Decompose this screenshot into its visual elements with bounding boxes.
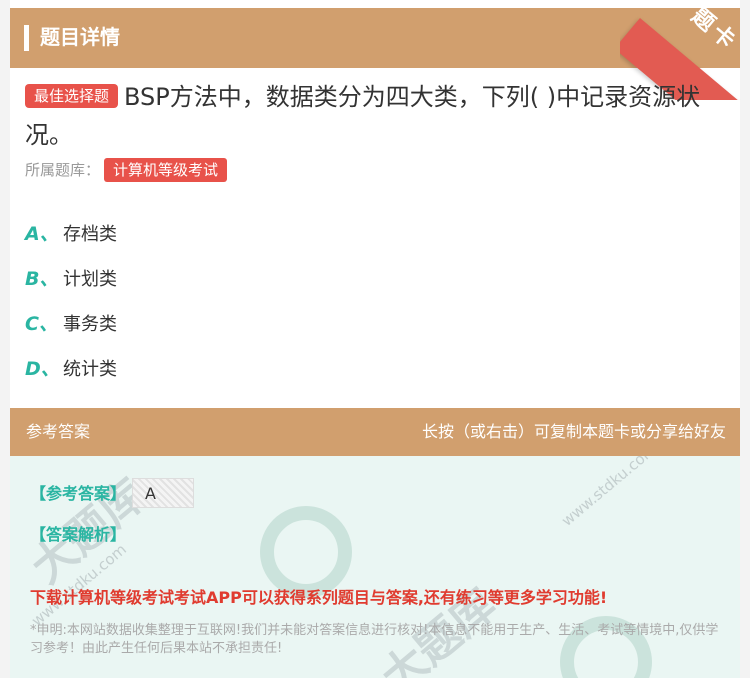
option-b[interactable]: B、 计划类 [25, 255, 117, 300]
option-letter: A、 [25, 223, 59, 245]
option-c[interactable]: C、 事务类 [25, 300, 117, 345]
option-text: 统计类 [63, 358, 117, 380]
disclaimer-text: *申明:本网站数据收集整理于互联网!我们并未能对答案信息进行核对!本信息不能用于… [30, 623, 719, 656]
options-list: A、 存档类 B、 计划类 C、 事务类 D、 统计类 [25, 210, 117, 390]
reference-answer-label: 【参考答案】 [30, 484, 127, 503]
option-letter: C、 [25, 313, 58, 335]
answer-panel: 大题库 大题库 www.stdku.com www.stdku.com 【参考答… [10, 456, 740, 678]
option-a[interactable]: A、 存档类 [25, 210, 117, 255]
option-letter: D、 [25, 358, 60, 380]
question-block: 最佳选择题 BSP方法中，数据类分为四大类，下列( )中记录资源状况。 [25, 78, 725, 154]
question-text: BSP方法中，数据类分为四大类，下列( )中记录资源状况。 [25, 83, 701, 149]
option-letter: B、 [25, 268, 59, 290]
left-frame [0, 0, 10, 678]
page-title: 题目详情 [40, 25, 120, 49]
option-text: 事务类 [63, 313, 117, 335]
header-accent-bar [24, 25, 29, 51]
ribbon-label: 题卡 [686, 3, 743, 57]
watermark-site: www.stdku.com [558, 456, 660, 530]
question-type-badge: 最佳选择题 [25, 84, 119, 108]
question-source: 所属题库： 计算机等级考试 [25, 158, 228, 182]
answer-header: 参考答案 长按（或右击）可复制本题卡或分享给好友 [10, 408, 740, 456]
share-hint: 长按（或右击）可复制本题卡或分享给好友 [421, 422, 726, 441]
option-d[interactable]: D、 统计类 [25, 345, 117, 390]
app-download-promo[interactable]: 下载计算机等级考试考试APP可以获得系列题目与答案,还有练习等更多学习功能! [30, 584, 607, 608]
option-text: 计划类 [63, 268, 117, 290]
option-text: 存档类 [63, 223, 117, 245]
source-label: 所属题库： [25, 161, 101, 179]
reference-answer-value: A [132, 478, 194, 508]
explanation-label: 【答案解析】 [30, 525, 127, 544]
right-frame [740, 0, 750, 678]
answer-header-label: 参考答案 [26, 422, 91, 441]
source-tag[interactable]: 计算机等级考试 [104, 158, 228, 182]
